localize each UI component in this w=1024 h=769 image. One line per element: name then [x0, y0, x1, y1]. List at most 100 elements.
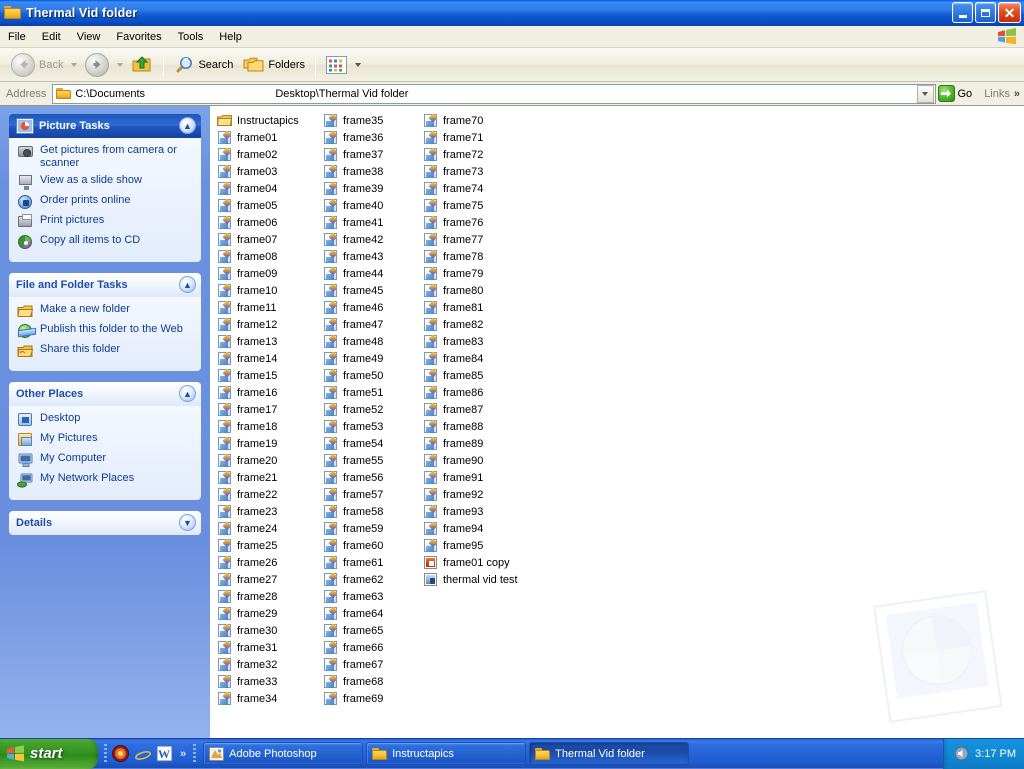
file-item[interactable]: frame69 [320, 690, 422, 707]
file-item[interactable]: frame55 [320, 452, 422, 469]
file-item[interactable]: frame86 [420, 384, 522, 401]
file-item[interactable]: frame87 [420, 401, 522, 418]
address-dropdown-button[interactable] [917, 85, 934, 103]
file-item[interactable]: frame71 [420, 129, 522, 146]
forward-button[interactable] [80, 51, 114, 79]
forward-dropdown[interactable] [114, 52, 126, 78]
file-item[interactable]: frame94 [420, 520, 522, 537]
start-button[interactable]: start [0, 739, 98, 769]
link-slide-show[interactable]: View as a slide show [17, 174, 193, 190]
file-item[interactable]: frame83 [420, 333, 522, 350]
file-item[interactable]: frame20 [214, 452, 316, 469]
file-item[interactable]: frame33 [214, 673, 316, 690]
file-item[interactable]: frame10 [214, 282, 316, 299]
internet-explorer-icon[interactable]: e [134, 745, 151, 762]
file-item[interactable]: frame23 [214, 503, 316, 520]
file-list[interactable]: Instructapicsframe01frame02frame03frame0… [210, 106, 1024, 738]
views-button[interactable] [321, 51, 352, 79]
media-player-icon[interactable] [112, 745, 129, 762]
file-item[interactable]: frame74 [420, 180, 522, 197]
volume-icon[interactable] [954, 746, 969, 761]
file-item[interactable]: frame43 [320, 248, 422, 265]
panel-header-other-places[interactable]: Other Places ▲ [9, 382, 201, 406]
file-item[interactable]: frame02 [214, 146, 316, 163]
file-item[interactable]: frame67 [320, 656, 422, 673]
file-item[interactable]: frame41 [320, 214, 422, 231]
file-item[interactable]: frame73 [420, 163, 522, 180]
file-item[interactable]: thermal vid test [420, 571, 522, 588]
file-item[interactable]: frame24 [214, 520, 316, 537]
file-item[interactable]: frame47 [320, 316, 422, 333]
file-item[interactable]: frame35 [320, 112, 422, 129]
back-button[interactable]: Back [6, 51, 68, 79]
views-dropdown[interactable] [352, 52, 364, 78]
up-button[interactable] [126, 51, 158, 79]
link-desktop[interactable]: Desktop [17, 412, 193, 428]
go-button[interactable]: Go [936, 83, 977, 105]
file-item[interactable]: frame75 [420, 197, 522, 214]
file-item[interactable]: frame19 [214, 435, 316, 452]
task-button-instructapics[interactable]: Instructapics [366, 742, 526, 765]
file-item[interactable]: frame92 [420, 486, 522, 503]
file-item[interactable]: frame31 [214, 639, 316, 656]
file-item[interactable]: frame64 [320, 605, 422, 622]
file-item[interactable]: frame72 [420, 146, 522, 163]
file-item[interactable]: frame70 [420, 112, 522, 129]
file-item[interactable]: frame09 [214, 265, 316, 282]
file-item[interactable]: frame37 [320, 146, 422, 163]
chevron-up-icon[interactable]: ▲ [179, 276, 196, 293]
file-item[interactable]: frame21 [214, 469, 316, 486]
link-share-folder[interactable]: Share this folder [17, 343, 193, 359]
file-item[interactable]: frame45 [320, 282, 422, 299]
file-item[interactable]: frame51 [320, 384, 422, 401]
file-item[interactable]: frame01 copy [420, 554, 522, 571]
clock[interactable]: 3:17 PM [975, 748, 1016, 760]
file-item[interactable]: frame18 [214, 418, 316, 435]
file-item[interactable]: frame62 [320, 571, 422, 588]
menu-favorites[interactable]: Favorites [108, 29, 169, 45]
chevron-up-icon[interactable]: ▲ [179, 117, 196, 134]
file-item[interactable]: frame50 [320, 367, 422, 384]
file-item[interactable]: frame91 [420, 469, 522, 486]
link-publish-web[interactable]: Publish this folder to the Web [17, 323, 193, 339]
file-item[interactable]: Instructapics [214, 112, 316, 129]
menu-view[interactable]: View [69, 29, 109, 45]
link-get-pictures[interactable]: Get pictures from camera or scanner [17, 144, 193, 170]
file-item[interactable]: frame36 [320, 129, 422, 146]
file-item[interactable]: frame68 [320, 673, 422, 690]
menu-file[interactable]: File [0, 29, 34, 45]
file-item[interactable]: frame66 [320, 639, 422, 656]
menu-edit[interactable]: Edit [34, 29, 69, 45]
file-item[interactable]: frame40 [320, 197, 422, 214]
file-item[interactable]: frame82 [420, 316, 522, 333]
file-item[interactable]: frame77 [420, 231, 522, 248]
quick-launch-chevron-icon[interactable]: » [180, 748, 186, 760]
file-item[interactable]: frame63 [320, 588, 422, 605]
file-item[interactable]: frame04 [214, 180, 316, 197]
file-item[interactable]: frame89 [420, 435, 522, 452]
file-item[interactable]: frame57 [320, 486, 422, 503]
file-item[interactable]: frame85 [420, 367, 522, 384]
file-item[interactable]: frame01 [214, 129, 316, 146]
panel-header-picture-tasks[interactable]: Picture Tasks ▲ [9, 114, 201, 138]
file-item[interactable]: frame44 [320, 265, 422, 282]
file-item[interactable]: frame15 [214, 367, 316, 384]
file-item[interactable]: frame29 [214, 605, 316, 622]
file-item[interactable]: frame79 [420, 265, 522, 282]
link-copy-to-cd[interactable]: Copy all items to CD [17, 234, 193, 250]
file-item[interactable]: frame56 [320, 469, 422, 486]
menu-help[interactable]: Help [211, 29, 250, 45]
file-item[interactable]: frame39 [320, 180, 422, 197]
file-item[interactable]: frame88 [420, 418, 522, 435]
maximize-restore-button[interactable] [975, 2, 996, 23]
task-button-thermal-vid-folder[interactable]: Thermal Vid folder [529, 742, 689, 765]
link-my-network-places[interactable]: My Network Places [17, 472, 193, 488]
file-item[interactable]: frame14 [214, 350, 316, 367]
file-item[interactable]: frame07 [214, 231, 316, 248]
file-item[interactable]: frame17 [214, 401, 316, 418]
file-item[interactable]: frame60 [320, 537, 422, 554]
file-item[interactable]: frame27 [214, 571, 316, 588]
file-item[interactable]: frame22 [214, 486, 316, 503]
chevron-up-icon[interactable]: ▲ [179, 385, 196, 402]
link-make-new-folder[interactable]: Make a new folder [17, 303, 193, 319]
